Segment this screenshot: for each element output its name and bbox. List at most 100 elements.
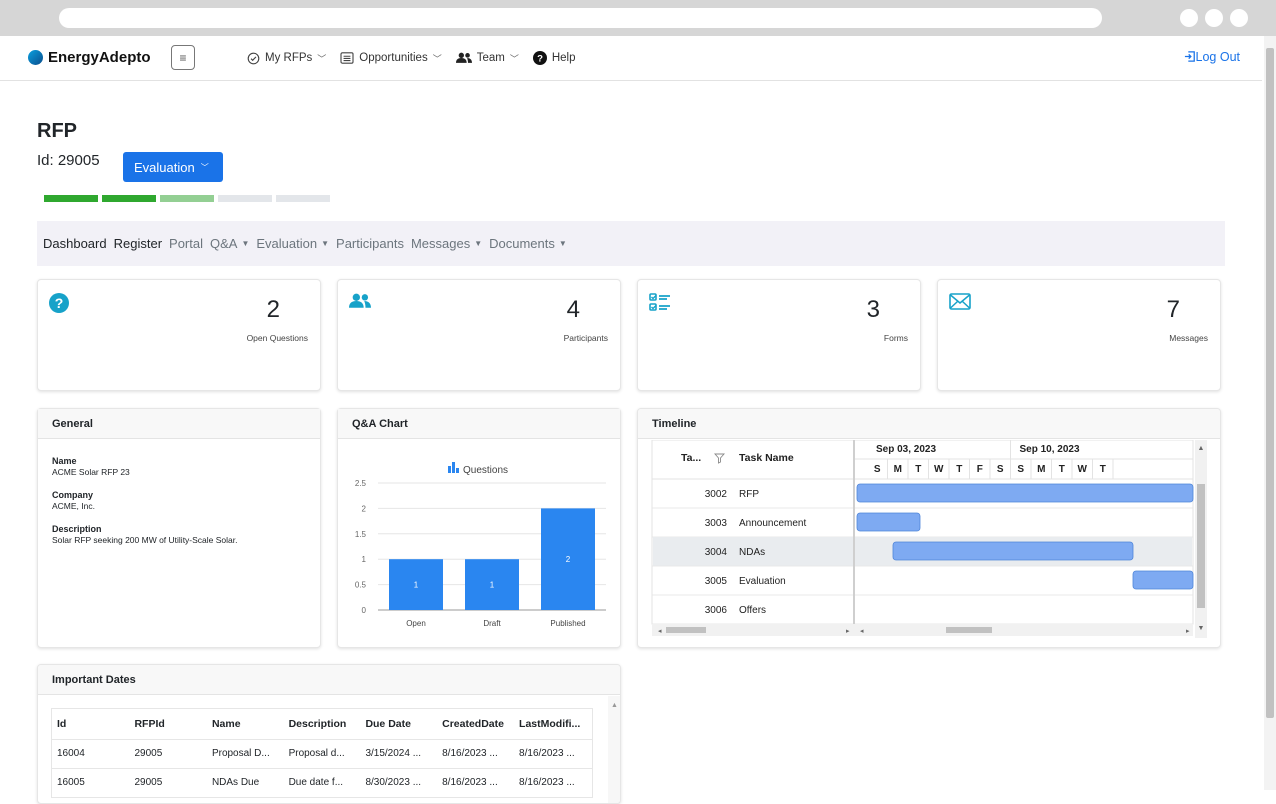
day-label: S (1017, 464, 1024, 475)
right-h-scrollbar-thumb[interactable] (946, 627, 992, 633)
column-header[interactable]: Due Date (360, 709, 437, 739)
window-dot[interactable] (1180, 9, 1198, 27)
subnav-label: Participants (336, 236, 404, 251)
subnav-item-documents[interactable]: Documents ▼ (489, 236, 567, 251)
nav-item-opportunities[interactable]: Opportunities ﹀ (340, 51, 442, 65)
legend-icon (448, 466, 451, 473)
task-name[interactable]: RFP (739, 489, 759, 500)
column-header[interactable]: CreatedDate (437, 709, 514, 739)
chevron-down-icon: ﹀ (200, 162, 209, 172)
rfp-id: Id: 29005 (37, 152, 100, 169)
field-key: Name (52, 456, 77, 466)
task-id[interactable]: 3002 (705, 489, 728, 500)
day-label: M (894, 464, 902, 475)
scroll-left-icon[interactable]: ◂ (860, 628, 864, 635)
gantt-frame (651, 440, 1194, 625)
stat-card-messages[interactable]: 7 Messages (937, 279, 1221, 391)
column-header-name: Task Name (739, 452, 794, 464)
task-bar[interactable] (892, 541, 1134, 561)
subnav-label: Messages (410, 236, 471, 251)
task-bar[interactable] (1132, 570, 1194, 590)
stat-card-open-questions[interactable]: ? 2 Open Questions (37, 279, 321, 391)
column-header[interactable]: Id (52, 709, 129, 739)
window-dot[interactable] (1230, 9, 1248, 27)
main-nav: My RFPs ﹀ Opportunities ﹀ Team ﹀ ? Help (247, 51, 576, 65)
scroll-up-icon[interactable]: ▲ (1198, 445, 1205, 452)
dates-scrollbar[interactable]: ▲ (608, 696, 620, 803)
gantt-chart: Ta... Task Name Sep 03, 2023 Sep 10, 2023 S M… (651, 440, 1207, 638)
address-bar[interactable] (59, 8, 1102, 28)
day-label: M (1037, 464, 1045, 475)
subnav-item-evaluation[interactable]: Evaluation ▼ (256, 236, 329, 251)
checklist-icon (649, 293, 670, 311)
caret-down-icon: ▼ (241, 239, 250, 248)
page-scrollbar[interactable] (1264, 36, 1276, 790)
status-dropdown-button[interactable]: Evaluation ﹀ (123, 152, 223, 182)
task-id[interactable]: 3004 (705, 547, 728, 558)
qa-chart-panel: Q&A Chart Questions 0 0.5 1 1.5 2 2.5 1 Open 1 Dra… (337, 408, 621, 648)
column-header[interactable]: Name (207, 709, 284, 739)
stat-label: Messages (1169, 333, 1208, 343)
task-name[interactable]: Offers (739, 605, 766, 616)
table-cell: 8/16/2023 ... (437, 738, 515, 768)
window-dot[interactable] (1205, 9, 1223, 27)
subnav-item-dashboard[interactable]: Dashboard (43, 236, 107, 251)
general-fields: Name ACME Solar RFP 23 Company ACME, Inc… (38, 439, 320, 559)
legend-icon (452, 462, 455, 473)
task-id[interactable]: 3006 (705, 605, 728, 616)
stat-value: 7 (1166, 296, 1180, 323)
scroll-up-icon[interactable]: ▲ (611, 702, 618, 709)
gantt-h-scrollbar[interactable] (652, 624, 1193, 636)
logout-link[interactable]: Log Out (1184, 50, 1240, 64)
scroll-right-icon[interactable]: ▸ (1186, 628, 1190, 635)
column-header[interactable]: Description (284, 709, 361, 739)
nav-item-my-rfps[interactable]: My RFPs ﹀ (247, 51, 326, 65)
table-cell: 16005 (52, 767, 130, 797)
brand[interactable]: EnergyAdepto (28, 49, 151, 66)
table-row[interactable]: 16004 29005 Proposal D... Proposal d... 3/15… (52, 738, 592, 768)
scroll-down-icon[interactable]: ▼ (1198, 625, 1205, 632)
table-row[interactable]: 16005 29005 NDAs Due Due date f... 8/30/2023… (52, 767, 592, 797)
column-header[interactable]: LastModifi... (514, 709, 592, 739)
scroll-right-icon[interactable]: ▸ (846, 628, 850, 635)
caret-down-icon: ▼ (474, 239, 483, 248)
column-header[interactable]: RFPId (129, 709, 206, 739)
subnav-item-portal[interactable]: Portal (169, 236, 203, 251)
y-tick-label: 2 (362, 504, 367, 513)
scroll-left-icon[interactable]: ◂ (658, 628, 662, 635)
task-bar[interactable] (856, 483, 1194, 503)
stat-card-participants[interactable]: 4 Participants (337, 279, 621, 391)
table-header-row: Id RFPId Name Description Due Date CreatedDat… (52, 709, 592, 739)
hamburger-icon: ≡ (179, 50, 187, 65)
task-id[interactable]: 3005 (705, 576, 728, 587)
people-icon (455, 52, 472, 63)
scrollbar-thumb[interactable] (1266, 48, 1274, 718)
left-h-scrollbar-thumb[interactable] (666, 627, 706, 633)
panel-title: Q&A Chart (338, 409, 620, 439)
nav-item-team[interactable]: Team ﹀ (455, 51, 519, 65)
subnav-item-participants[interactable]: Participants (336, 236, 404, 251)
task-bar[interactable] (856, 512, 921, 532)
task-id[interactable]: 3003 (705, 518, 728, 529)
svg-text:?: ? (55, 295, 64, 311)
task-name[interactable]: NDAs (739, 547, 765, 558)
timeline-panel: Timeline Ta... Task Name Sep 03, 2023 Sep 1… (637, 408, 1221, 648)
chevron-down-icon: ﹀ (432, 53, 442, 64)
chevron-down-icon: ﹀ (317, 53, 327, 64)
subnav-item-q-a[interactable]: Q&A ▼ (210, 236, 249, 251)
stat-label: Forms (883, 333, 908, 343)
menu-toggle-button[interactable]: ≡ (171, 45, 195, 70)
task-name[interactable]: Evaluation (739, 576, 786, 587)
task-name[interactable]: Announcement (739, 518, 806, 529)
window-controls (1180, 9, 1248, 27)
subnav-item-messages[interactable]: Messages ▼ (411, 236, 482, 251)
stat-card-forms[interactable]: 3 Forms (637, 279, 921, 391)
logout-label: Log Out (1195, 50, 1240, 64)
field-value: Solar RFP seeking 200 MW of Utility-Scal… (52, 535, 238, 545)
table-cell: 29005 (129, 738, 207, 768)
subnav-item-register[interactable]: Register (114, 236, 162, 251)
stat-value: 3 (866, 296, 880, 323)
nav-item-help[interactable]: ? Help (532, 51, 576, 65)
day-label: T (1059, 464, 1065, 475)
gantt-v-scrollbar-thumb[interactable] (1197, 484, 1205, 608)
